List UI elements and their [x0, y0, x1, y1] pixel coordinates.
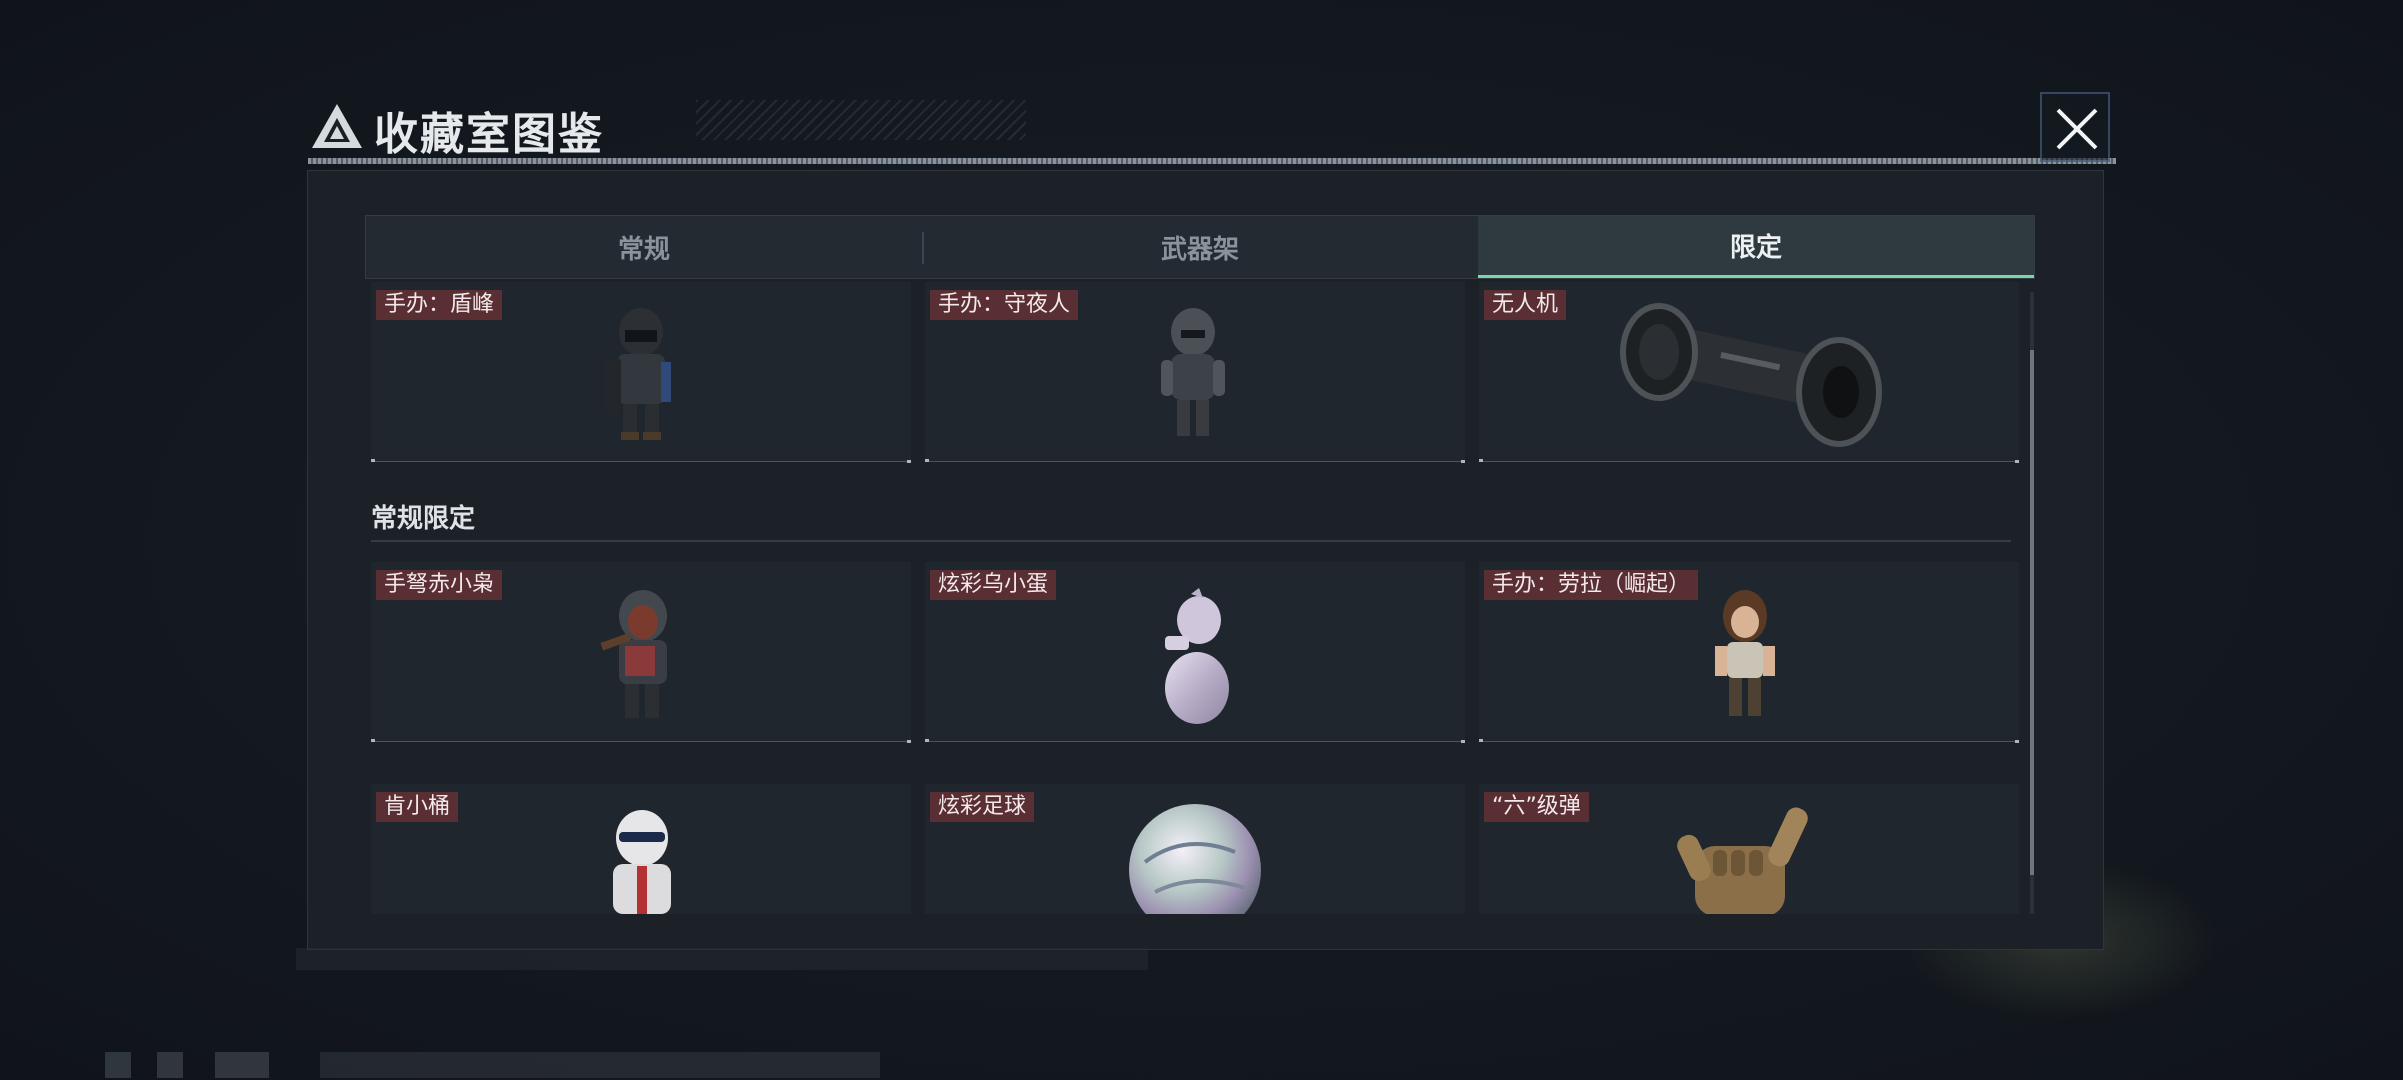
iridescent-egg-creature-icon	[1165, 588, 1229, 724]
collection-card[interactable]: 无人机	[1479, 282, 2019, 463]
collection-card[interactable]: 手办：盾峰	[371, 282, 911, 463]
tab-regular[interactable]: 常规	[366, 216, 922, 278]
close-icon	[2056, 108, 2098, 150]
collection-card[interactable]: 手办：守夜人	[925, 282, 1465, 463]
golden-hand-sign-icon	[1677, 807, 1808, 914]
item-label: 炫彩乌小蛋	[930, 570, 1057, 600]
collection-card[interactable]: 炫彩足球	[925, 784, 1465, 914]
section-title: 常规限定	[371, 504, 476, 534]
collection-card[interactable]: 肯小桶	[371, 784, 911, 914]
section-divider	[371, 540, 2011, 542]
header-divider	[308, 158, 2116, 164]
collection-card[interactable]: “六”级弹	[1479, 784, 2019, 914]
hooded-crossbow-figure-icon	[600, 590, 667, 718]
page-title: 收藏室图鉴	[374, 109, 604, 160]
card-corner	[1461, 460, 1465, 463]
scrollbar-thumb[interactable]	[2030, 350, 2034, 875]
triangle-logo-icon	[312, 104, 362, 148]
item-label: 肯小桶	[376, 792, 459, 822]
card-corner	[2015, 460, 2019, 463]
item-row-top: 手办：盾峰 手办：守夜人 无人机	[371, 282, 2019, 463]
item-label: 无人机	[1484, 290, 1567, 320]
lara-figure-icon	[1715, 590, 1775, 716]
blurred-footer	[105, 1052, 905, 1078]
collection-card[interactable]: 手办：劳拉（崛起）	[1479, 562, 2019, 743]
card-corner	[1461, 740, 1465, 743]
tab-weapon-rack[interactable]: 武器架	[922, 216, 1478, 278]
iridescent-ball-icon	[1129, 804, 1261, 914]
tab-bar: 常规 武器架 限定	[365, 215, 2035, 279]
item-label: 手弩赤小枭	[376, 570, 503, 600]
shield-soldier-figure-icon	[605, 308, 671, 440]
close-button[interactable]	[2040, 92, 2110, 162]
drone-roller-icon	[1620, 303, 1882, 447]
item-label: 手办：盾峰	[376, 290, 503, 320]
item-row-bottom: 肯小桶 炫彩足球 “六”级弹	[371, 784, 2019, 914]
collection-grid: 手办：盾峰 手办：守夜人 无人机 常规限定 手弩赤小枭 炫彩乌小蛋 手办：劳拉（…	[365, 282, 2035, 914]
item-label: 炫彩足球	[930, 792, 1035, 822]
card-corner	[907, 740, 911, 743]
card-corner	[2015, 740, 2019, 743]
header-decoration	[696, 100, 1026, 140]
collection-card[interactable]: 炫彩乌小蛋	[925, 562, 1465, 743]
item-label: 手办：守夜人	[930, 290, 1079, 320]
decorative-strip	[296, 948, 1148, 970]
white-mascot-figure-icon	[613, 810, 671, 914]
armored-nightwatch-figure-icon	[1161, 308, 1225, 436]
card-corner	[907, 460, 911, 463]
tab-limited[interactable]: 限定	[1478, 216, 2034, 278]
window-header: 收藏室图鉴	[296, 88, 2116, 168]
item-row-middle: 手弩赤小枭 炫彩乌小蛋 手办：劳拉（崛起）	[371, 562, 2019, 743]
collection-card[interactable]: 手弩赤小枭	[371, 562, 911, 743]
item-label: “六”级弹	[1484, 792, 1589, 822]
item-label: 手办：劳拉（崛起）	[1484, 570, 1699, 600]
